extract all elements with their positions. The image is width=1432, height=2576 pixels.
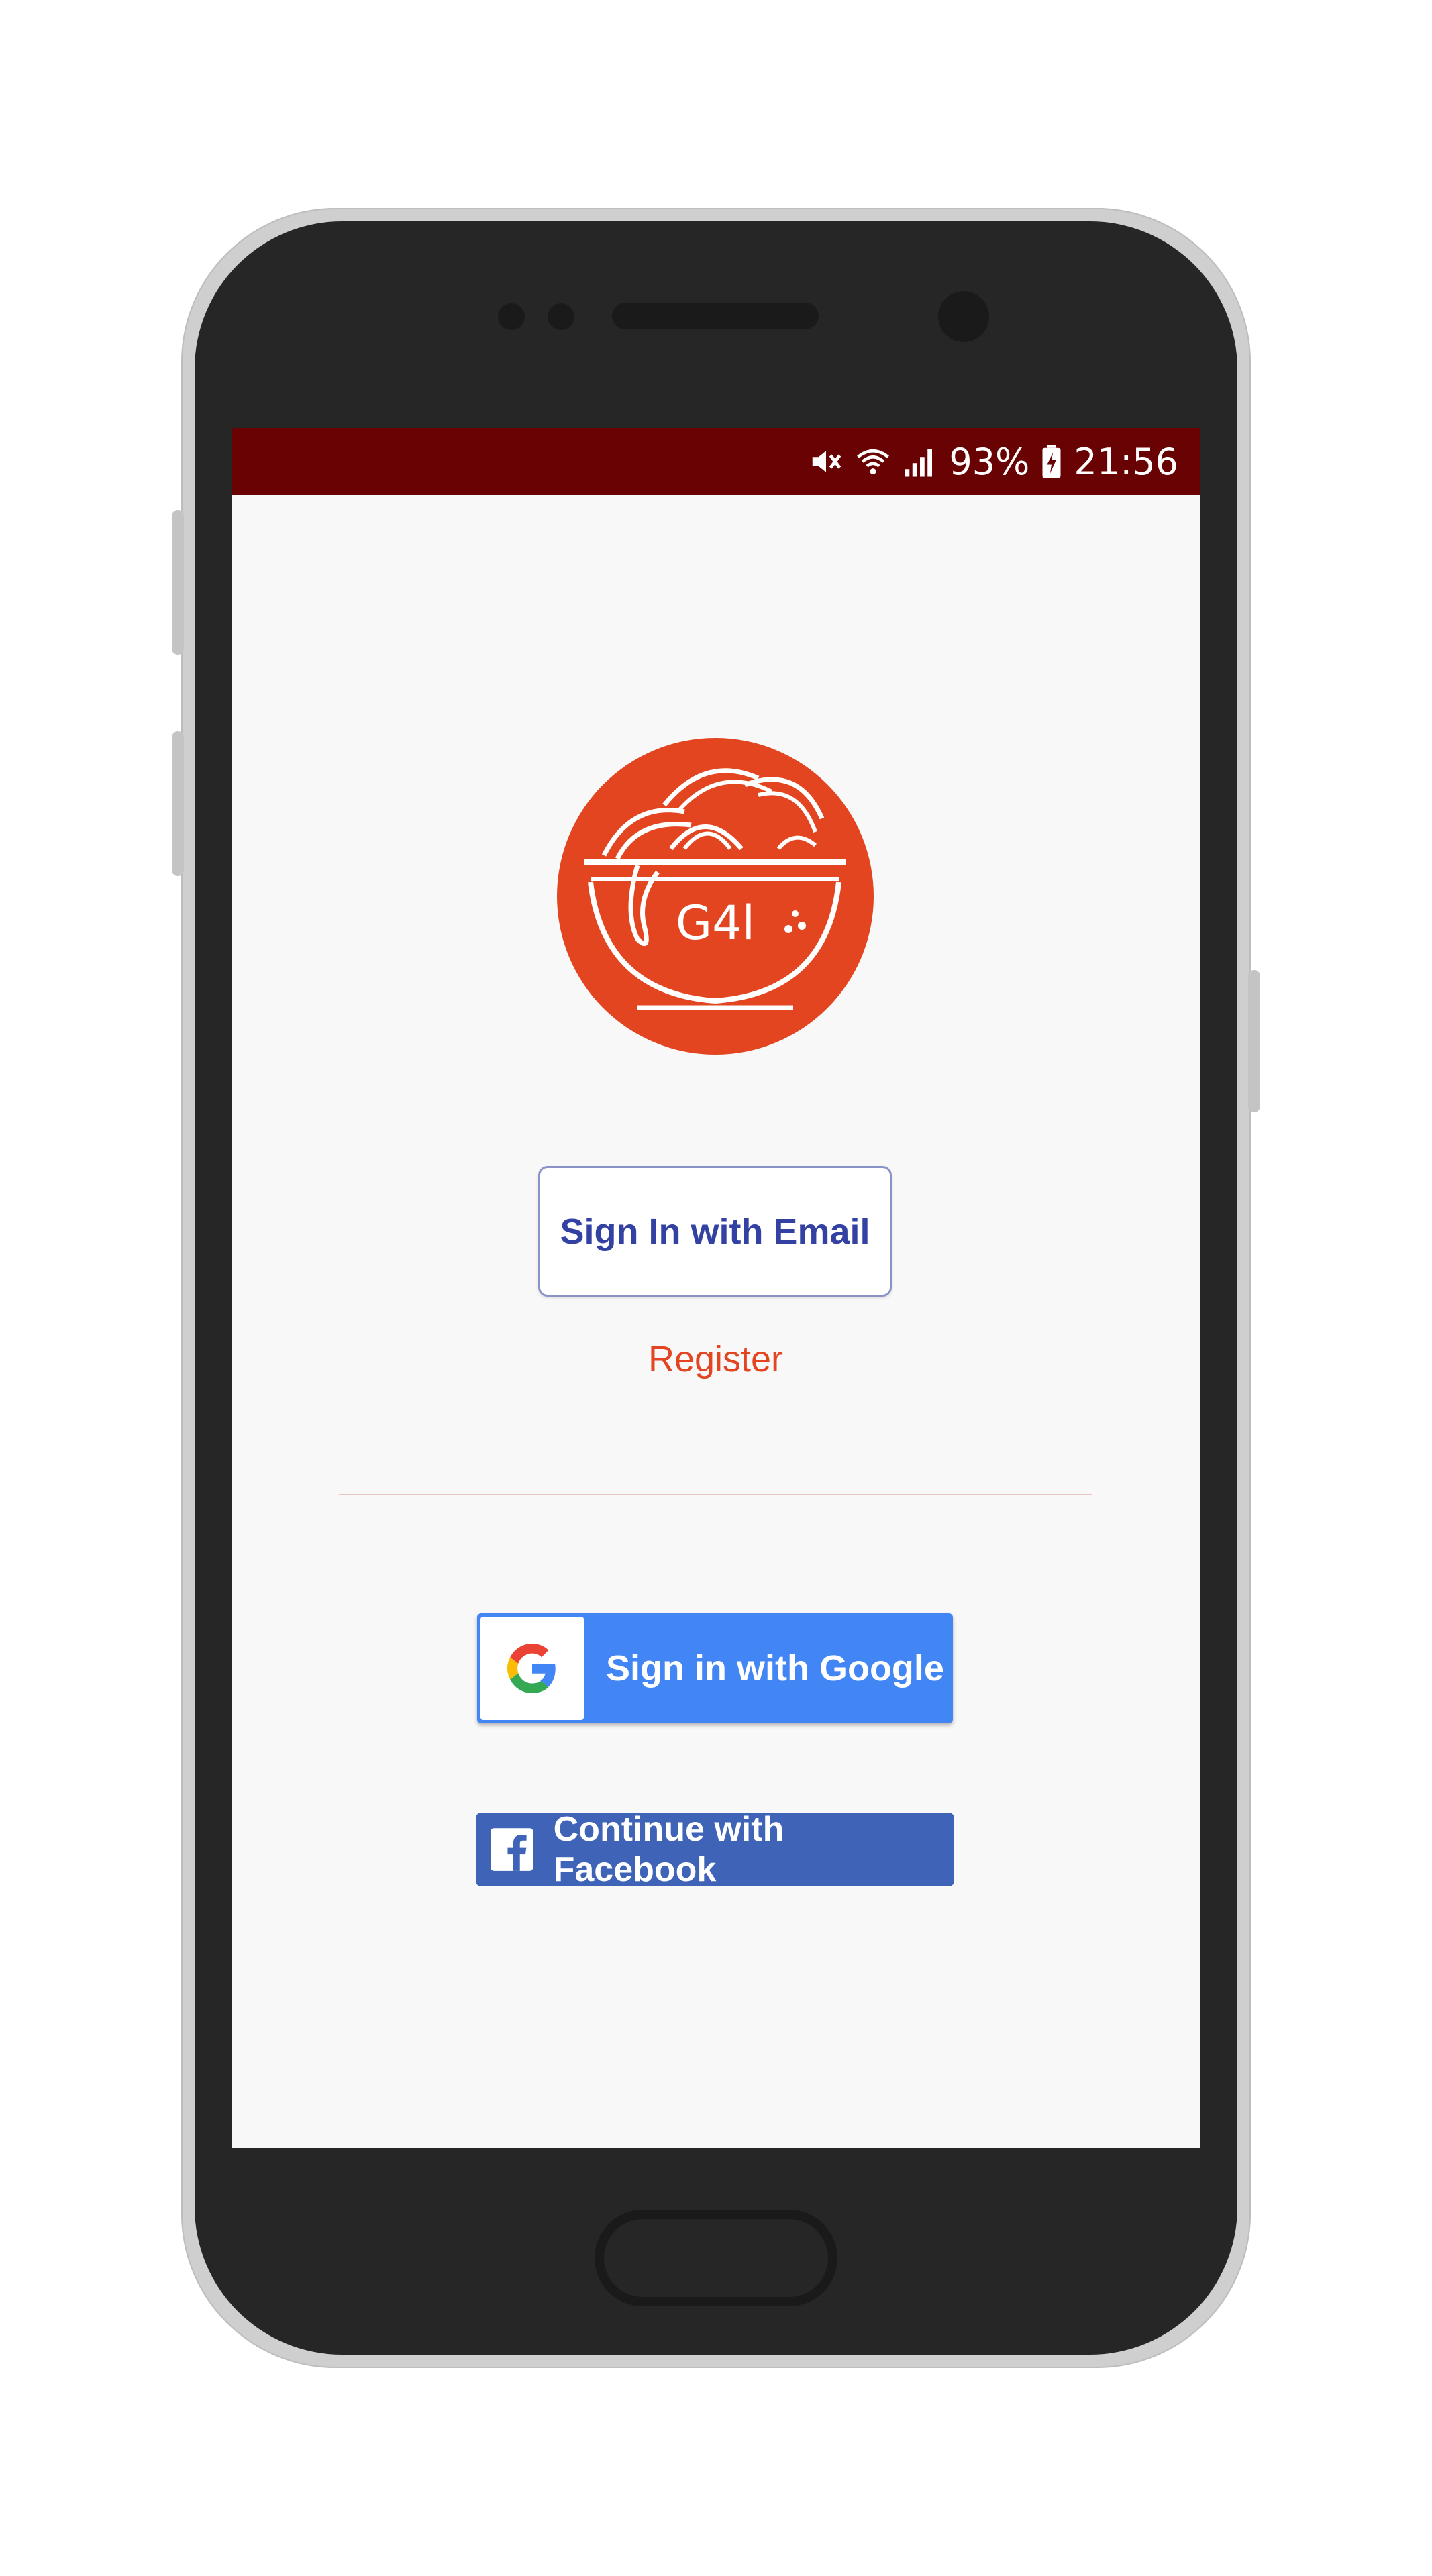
battery-charging-icon — [1040, 443, 1063, 480]
google-icon — [480, 1617, 584, 1720]
facebook-icon — [491, 1828, 533, 1871]
app-screen: 93% 21:56 G4l Sign In with Email Registe… — [232, 428, 1200, 2148]
wifi-icon — [855, 443, 891, 480]
battery-percent: 93% — [949, 440, 1030, 483]
signal-icon — [902, 443, 938, 480]
device-mockup: 93% 21:56 G4l Sign In with Email Registe… — [0, 0, 1432, 2576]
continue-facebook-button[interactable]: Continue with Facebook — [476, 1810, 954, 1889]
app-logo: G4l — [557, 738, 874, 1055]
sign-in-email-button[interactable]: Sign In with Email — [538, 1166, 892, 1297]
google-button-label: Sign in with Google — [606, 1648, 944, 1688]
sensor-dot — [498, 303, 525, 330]
volume-up-button — [172, 510, 184, 655]
earpiece-speaker — [612, 303, 819, 329]
mute-icon — [808, 443, 844, 480]
register-link[interactable]: Register — [232, 1338, 1200, 1380]
divider — [339, 1494, 1092, 1495]
front-camera — [938, 291, 989, 342]
sign-in-google-button[interactable]: Sign in with Google — [477, 1613, 953, 1723]
facebook-button-label: Continue with Facebook — [553, 1810, 784, 1889]
power-button — [1248, 970, 1260, 1112]
volume-down-button — [172, 731, 184, 876]
logo-text: G4l — [676, 896, 755, 951]
home-button[interactable] — [595, 2210, 837, 2306]
status-time: 21:56 — [1074, 440, 1178, 483]
status-bar: 93% 21:56 — [232, 428, 1200, 495]
sensor-dot — [548, 303, 574, 330]
